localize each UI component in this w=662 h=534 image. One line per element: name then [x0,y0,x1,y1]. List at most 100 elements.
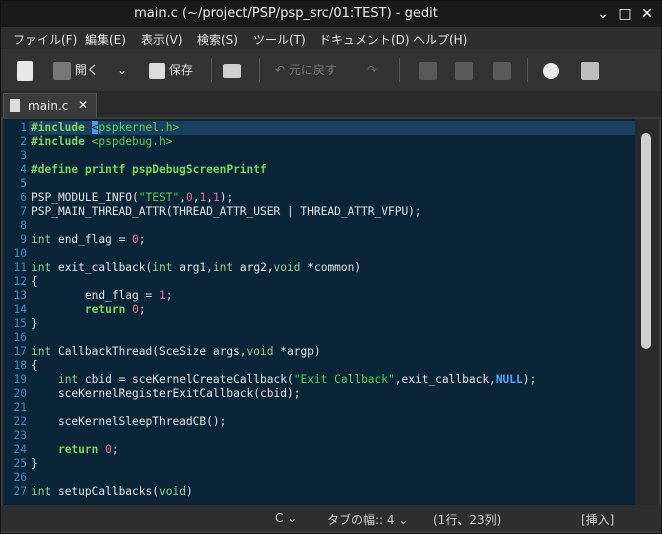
tab-label: main.c [28,99,69,113]
menu-search[interactable]: 検索(S) [197,31,238,48]
code-line: { [31,359,38,372]
print-button[interactable] [223,59,241,81]
chevron-down-icon: ⌄ [117,63,128,77]
find-replace-icon [581,61,599,80]
line-number: 12 [13,275,27,288]
code-line: end_flag = 1; [31,289,173,302]
menu-bar: ファイル(F) 編集(E) 表示(V) 検索(S) ツール(T) ドキュメント(… [1,27,661,49]
toolbar-separator [399,58,400,82]
code-line: #include <pspdebug.h> [31,135,173,148]
copy-button[interactable] [455,59,473,81]
open-recent-dropdown[interactable]: ⌄ [117,59,127,81]
paste-button[interactable] [493,59,511,81]
line-number: 26 [13,471,27,484]
menu-help[interactable]: ヘルプ(H) [413,31,467,48]
insert-mode: [挿入] [581,513,615,527]
folder-icon [53,61,71,80]
find-button[interactable] [543,59,559,81]
cut-button[interactable] [419,59,437,81]
close-tab-icon[interactable]: ✕ [78,98,88,112]
line-number: 11 [13,261,27,274]
status-bar: C ⌄ タブの幅:: 4 ⌄ (1行、23列) [挿入] [1,505,661,531]
code-editor[interactable]: 1 2 3 4 5 6 7 8 9 10 11 12 13 14 15 16 17 18 19 20 21 22 23 24 2… [3,119,635,505]
line-number: 13 [13,289,27,302]
toolbar: 開く ⌄ 保存 ↶ 元に戻す ↷ [1,49,661,92]
line-number: 18 [13,359,27,372]
scissors-icon [419,61,437,80]
paste-icon [493,61,511,80]
redo-icon: ↷ [367,63,378,77]
code-line: int cbid = sceKernelCreateCallback("Exit… [57,373,537,386]
menu-view[interactable]: 表示(V) [141,31,183,48]
redo-button[interactable]: ↷ [367,59,377,81]
vertical-scrollbar[interactable] [635,119,659,505]
scrollbar-thumb[interactable] [641,133,651,349]
toolbar-separator [211,58,212,82]
code-line: return 0; [84,303,146,316]
code-line: int setupCallbacks(void) [31,485,193,498]
code-line: #define printf pspDebugScreenPrintf [31,163,267,176]
line-number: 19 [13,373,27,386]
line-number: 23 [13,429,27,442]
copy-icon [455,61,473,80]
line-number: 22 [13,415,27,428]
new-button[interactable] [17,59,33,81]
gedit-window: main.c (~/project/PSP/psp_src/01:TEST) -… [0,0,662,534]
line-number: 17 [13,345,27,358]
line-number: 6 [20,191,27,204]
menu-tools[interactable]: ツール(T) [253,31,306,48]
undo-icon: ↶ [275,63,286,77]
chevron-down-icon[interactable]: ⌄ [595,6,611,22]
magnifier-icon [543,62,559,79]
line-number: 3 [20,149,27,162]
line-number: 16 [13,331,27,344]
line-number: 9 [20,233,27,246]
tab-bar: main.c ✕ [1,91,661,118]
code-line: } [31,317,38,330]
code-line: sceKernelRegisterExitCallback(cbid); [31,387,301,400]
toolbar-separator [527,58,528,82]
menu-documents[interactable]: ドキュメント(D) [319,31,410,48]
line-number-gutter: 1 2 3 4 5 6 7 8 9 10 11 12 13 14 15 16 17 18 19 20 21 22 23 24 2… [3,119,29,505]
floppy-disk-icon [149,62,165,79]
open-button[interactable]: 開く [53,59,99,81]
code-line: #include <pspkernel.h> [31,121,180,134]
line-number: 24 [13,443,27,456]
printer-icon [223,63,241,78]
line-number: 25 [13,457,27,470]
menu-edit[interactable]: 編集(E) [85,31,126,48]
line-number: 8 [20,219,27,232]
maximize-icon[interactable]: □ [617,6,633,22]
code-line: sceKernelSleepThreadCB(); [31,415,227,428]
close-icon[interactable]: ✕ [639,6,655,22]
window-title: main.c (~/project/PSP/psp_src/01:TEST) -… [134,6,438,21]
line-number: 15 [13,317,27,330]
line-number: 20 [13,387,27,400]
code-line: PSP_MAIN_THREAD_ATTR(THREAD_ATTR_USER | … [31,205,422,218]
tab-width-selector[interactable]: タブの幅:: 4 ⌄ [327,511,408,528]
undo-label: 元に戻す [288,63,337,77]
c-file-icon [10,99,20,112]
title-bar[interactable]: main.c (~/project/PSP/psp_src/01:TEST) -… [1,1,661,27]
code-line: int CallbackThread(SceSize args,void *ar… [31,345,321,358]
line-number: 21 [13,401,27,414]
save-button[interactable]: 保存 [149,59,193,81]
code-line: PSP_MODULE_INFO("TEST",0,1,1); [31,191,234,204]
code-line: int exit_callback(int arg1,int arg2,void… [31,261,362,274]
new-file-icon [17,60,33,81]
line-number: 2 [20,135,27,148]
tab-main-c[interactable]: main.c ✕ [3,93,97,118]
line-number: 1 [20,121,27,134]
line-number: 10 [13,247,27,260]
undo-button[interactable]: ↶ 元に戻す [275,59,337,81]
code-line: return 0; [57,443,119,456]
menu-file[interactable]: ファイル(F) [13,31,77,48]
replace-button[interactable] [581,59,599,81]
toolbar-separator [259,58,260,82]
line-number: 27 [13,485,27,498]
line-number: 5 [20,177,27,190]
cursor-position: (1行、23列) [433,513,502,527]
code-line: } [31,457,38,470]
line-number: 4 [20,163,27,176]
language-selector[interactable]: C ⌄ [275,511,297,525]
